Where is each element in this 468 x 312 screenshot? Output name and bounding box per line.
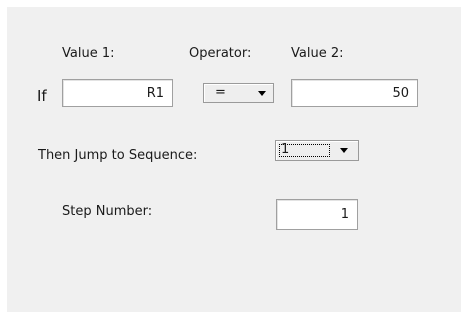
chevron-down-icon[interactable] xyxy=(340,148,348,153)
if-label: If xyxy=(37,87,47,105)
operator-dropdown[interactable]: = xyxy=(203,83,274,103)
step-number-field[interactable] xyxy=(276,199,358,230)
step-number-label: Step Number: xyxy=(62,204,153,219)
sequence-selected-value: 1 xyxy=(281,142,290,157)
chevron-down-icon[interactable] xyxy=(258,91,266,96)
operator-selected-value: = xyxy=(215,85,226,100)
operator-label: Operator: xyxy=(189,46,252,61)
value1-field[interactable] xyxy=(62,79,173,107)
value2-field[interactable] xyxy=(291,79,418,107)
jump-to-sequence-label: Then Jump to Sequence: xyxy=(38,148,198,163)
value2-label: Value 2: xyxy=(291,46,344,61)
value1-label: Value 1: xyxy=(62,46,115,61)
sequence-dropdown[interactable]: 1 xyxy=(275,140,359,161)
